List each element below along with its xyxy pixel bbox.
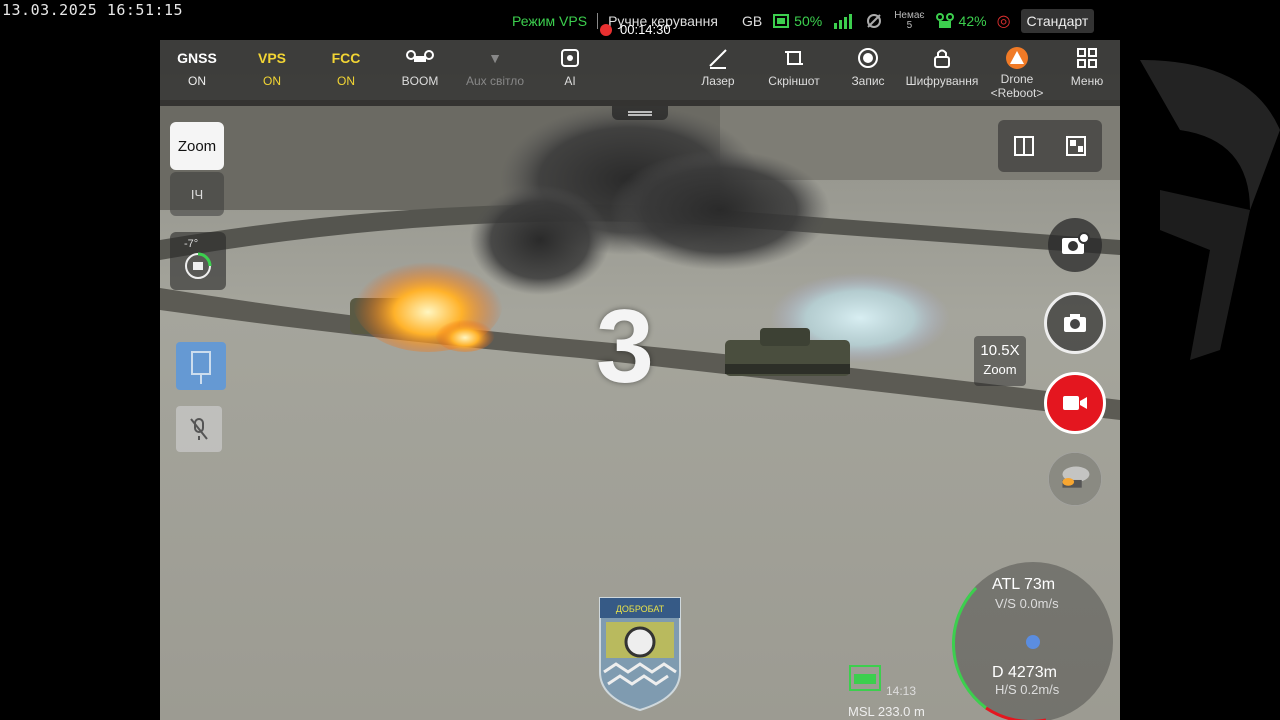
drone-reboot-button[interactable]: Drone <Reboot>: [977, 46, 1057, 100]
drone-mini-status: 14:13 MSL 233.0 m: [848, 662, 948, 720]
overlay-counter: 3: [596, 289, 654, 405]
drone-battery-icon: [935, 13, 954, 28]
screenshot-label: Скріншот: [768, 74, 820, 88]
gimbal-icon: [185, 252, 212, 279]
screenshot-icon: [754, 46, 834, 70]
ai-label: AI: [564, 74, 576, 88]
boom-button[interactable]: BOOM: [380, 46, 460, 88]
ir-camera-button[interactable]: IЧ: [170, 172, 224, 216]
camera-settings-icon: [1062, 232, 1090, 254]
remote-battery-value: 50%: [794, 13, 823, 29]
gimbal-angle: -7°: [184, 238, 199, 250]
signal-bars-icon: [834, 14, 853, 29]
toolbar-drag-handle[interactable]: [612, 106, 668, 120]
telemetry-panel: ATL 73m V/S 0.0m/s D 4273m H/S 0.2m/s: [946, 548, 1120, 720]
fcc-state: ON: [337, 74, 355, 88]
recording-timer: 00:14:30: [600, 22, 671, 37]
lock-icon: [902, 46, 982, 70]
laser-label: Лазер: [701, 74, 735, 88]
gnss-state: ON: [188, 74, 206, 88]
drone-sub-label: <Reboot>: [990, 86, 1044, 100]
menu-icon: [1047, 46, 1120, 70]
vps-mode-label: Режим VPS: [512, 13, 588, 29]
drone-battery-value: 42%: [958, 13, 987, 29]
ai-button[interactable]: AI: [530, 46, 610, 88]
laser-button[interactable]: Лазер: [678, 46, 758, 88]
record-video-button[interactable]: [1044, 372, 1106, 434]
recording-dot-icon: [600, 23, 612, 36]
vertical-speed: V/S 0.0m/s: [995, 596, 1059, 611]
video-camera-icon: [1063, 396, 1087, 410]
gimbal-widget[interactable]: -7°: [170, 232, 226, 290]
zoom-value: 10.5X: [980, 342, 1020, 359]
boom-icon: [380, 46, 460, 70]
camera-icon: [1064, 314, 1086, 332]
mic-mute-button[interactable]: [176, 406, 222, 452]
vps-icon: VPS: [257, 50, 286, 66]
encryption-button[interactable]: Шифрування: [902, 46, 982, 88]
aux-light-button[interactable]: ▼ Aux світло: [455, 46, 535, 88]
aux-light-label: Aux світло: [465, 74, 525, 88]
record-toggle[interactable]: Запис: [828, 46, 908, 88]
patch-text: ДОБРОБАТ: [616, 604, 665, 614]
fcc-toggle[interactable]: FCC ON: [306, 46, 386, 88]
gallery-thumbnail[interactable]: [1048, 452, 1102, 506]
satellite-status: Немає 5: [894, 11, 924, 31]
fcc-icon: FCC: [331, 50, 361, 66]
horizontal-speed: H/S 0.2m/s: [995, 682, 1060, 697]
satellite-count: 5: [906, 20, 913, 31]
zoom-level-indicator[interactable]: 10.5X Zoom: [974, 336, 1026, 386]
ai-icon: [530, 46, 610, 70]
video-timestamp: 13.03.2025 16:51:15: [2, 1, 184, 19]
home-distance: D 4273m: [992, 664, 1057, 681]
menu-label: Меню: [1070, 74, 1104, 88]
gallery-preview: [1049, 453, 1101, 505]
view-layout-controls: [998, 120, 1102, 172]
laser-icon: [678, 46, 758, 70]
drone-status-icon: [849, 665, 881, 691]
remote-battery: 50%: [772, 12, 822, 30]
warning-icon: [977, 46, 1057, 70]
remote-battery-icon: [773, 14, 790, 28]
split-view-icon[interactable]: [1012, 134, 1036, 158]
storage-label: GB: [741, 13, 763, 29]
pip-view-icon[interactable]: [1064, 134, 1088, 158]
record-label: Запис: [851, 74, 885, 88]
satellite-icon: [867, 14, 882, 28]
take-photo-button[interactable]: [1044, 292, 1106, 354]
record-icon: [828, 46, 908, 70]
atl-altitude: ATL 73m: [992, 576, 1056, 593]
drone-label: Drone: [1000, 72, 1034, 86]
gnss-toggle[interactable]: GNSS ON: [160, 46, 237, 88]
boom-label: BOOM: [401, 74, 439, 88]
zoom-camera-button[interactable]: Zoom: [170, 122, 224, 170]
aux-light-icon: ▼: [488, 50, 502, 66]
top-toolbar: GNSS ON VPS ON FCC ON BOOM ▼ Aux світло …: [160, 40, 1120, 106]
camera-viewport[interactable]: GNSS ON VPS ON FCC ON BOOM ▼ Aux світло …: [160, 40, 1120, 720]
flight-time: 14:13: [886, 684, 917, 698]
screenshot-button[interactable]: Скріншот: [754, 46, 834, 88]
zoom-label: Zoom: [983, 362, 1017, 377]
recording-time: 00:14:30: [620, 22, 671, 37]
mic-off-icon: [190, 418, 208, 440]
gnss-icon: GNSS: [177, 50, 217, 66]
brigade-patch-logo: ДОБРОБАТ: [599, 597, 681, 712]
alert-icon[interactable]: ◎: [997, 11, 1011, 31]
spotlight-button[interactable]: [176, 342, 226, 390]
watermark-emblem: [1140, 60, 1280, 360]
status-divider: [597, 13, 599, 29]
vps-toggle[interactable]: VPS ON: [232, 46, 312, 88]
encryption-label: Шифрування: [905, 74, 979, 88]
menu-button[interactable]: Меню: [1047, 46, 1120, 88]
spotlight-icon: [191, 351, 211, 384]
vps-state: ON: [263, 74, 281, 88]
drone-battery: 42%: [935, 12, 987, 30]
camera-settings-button[interactable]: [1048, 218, 1102, 272]
profile-button[interactable]: Стандарт: [1020, 9, 1095, 33]
msl-altitude: MSL 233.0 m: [848, 704, 925, 719]
